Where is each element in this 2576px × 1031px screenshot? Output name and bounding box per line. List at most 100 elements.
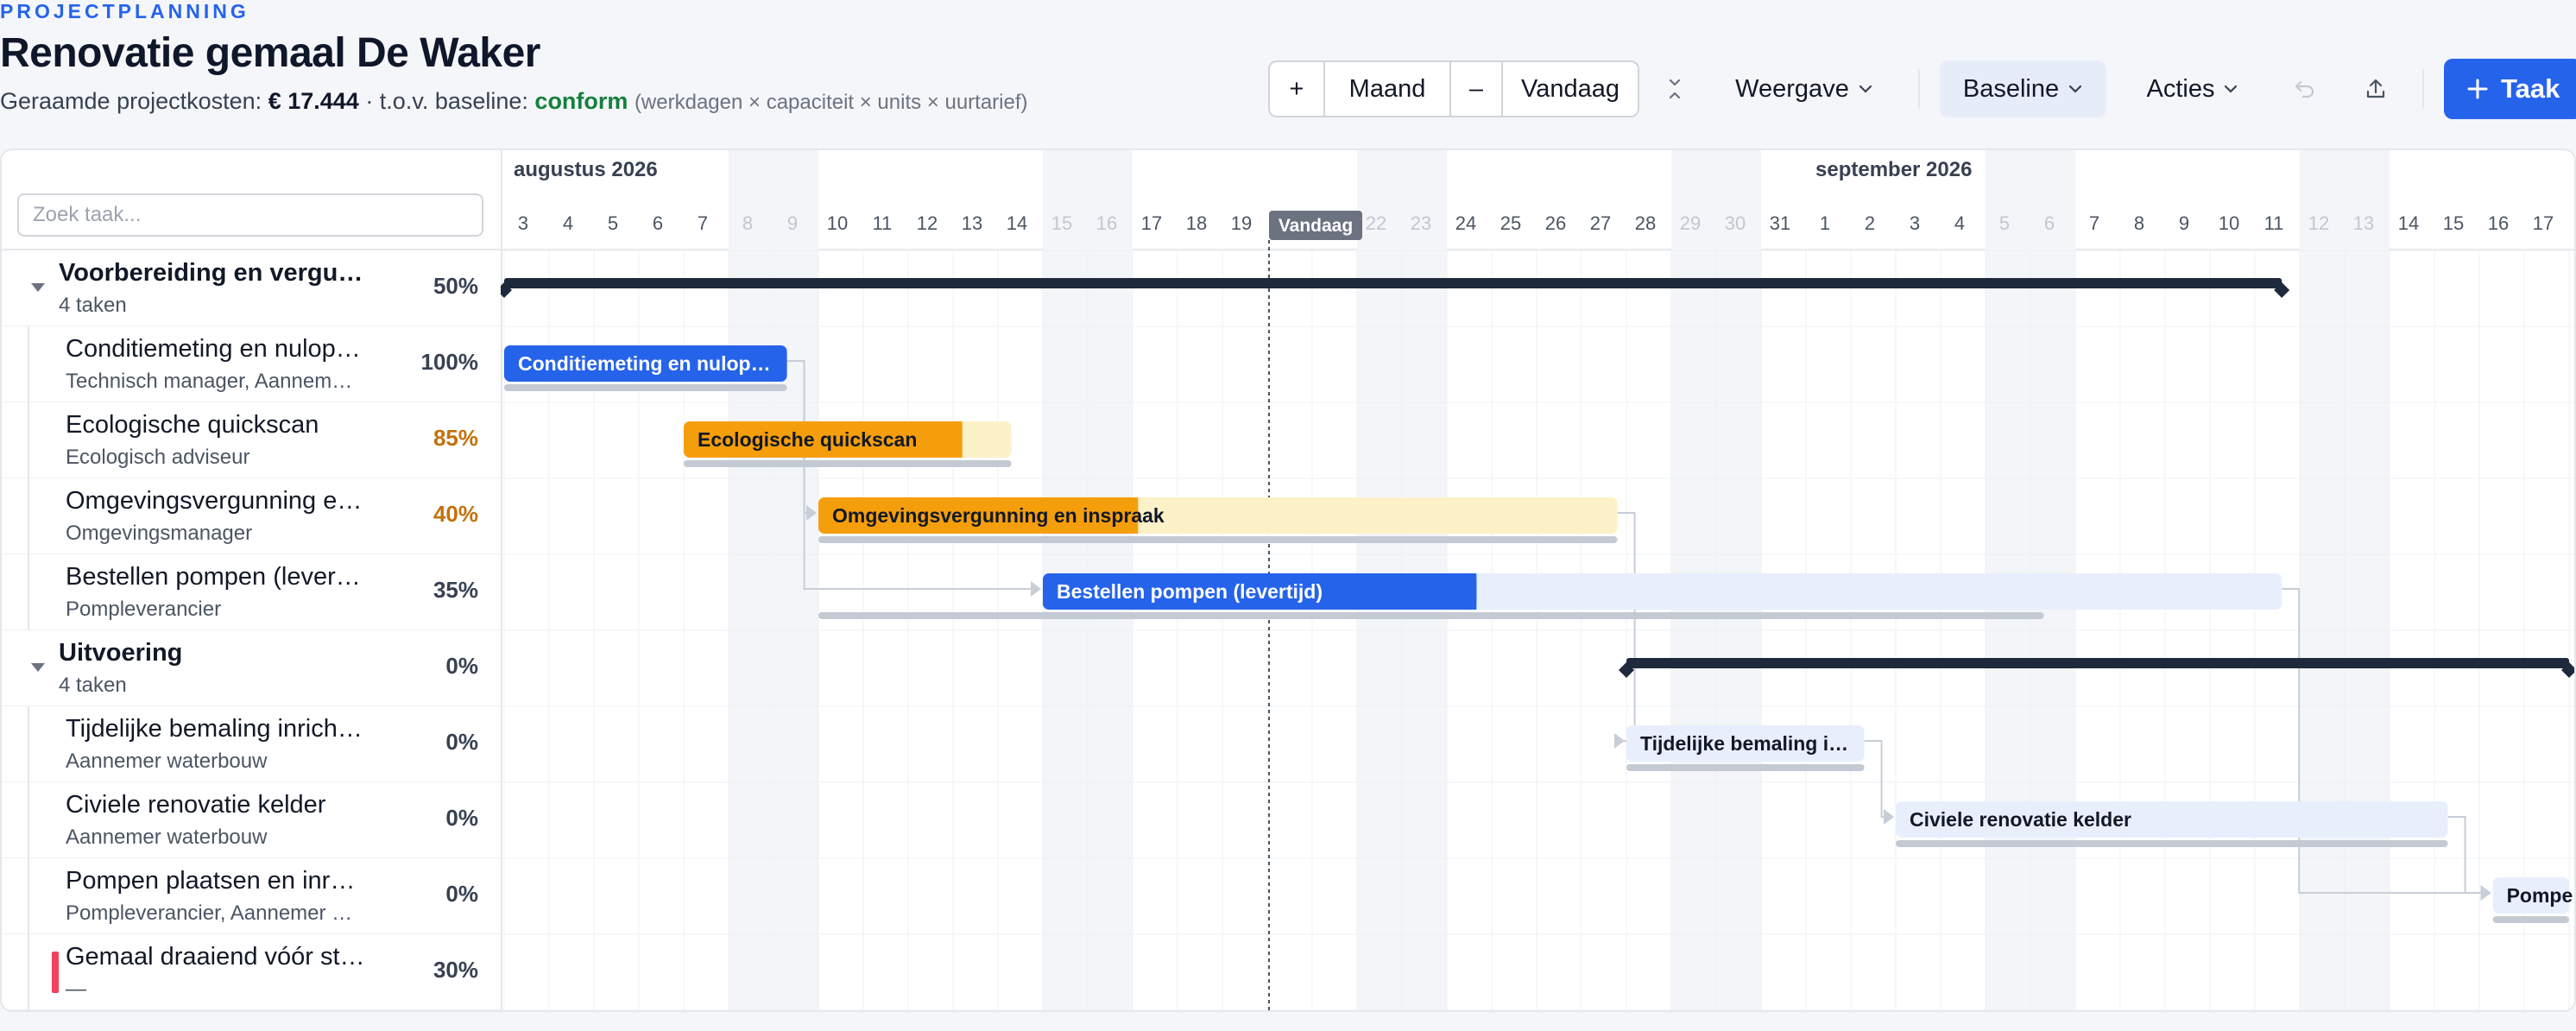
actions-menu-button[interactable]: Acties (2124, 60, 2262, 117)
day-label: 6 (653, 212, 663, 234)
baseline-bar (818, 612, 2044, 619)
chevron-down-icon (2225, 85, 2238, 93)
day-label: 9 (787, 212, 798, 234)
dependency-arrow-icon (1031, 581, 1041, 597)
day-label: 10 (827, 212, 848, 234)
baseline-menu-button[interactable]: Baseline (1940, 60, 2106, 117)
task-count: 4 taken (59, 294, 127, 317)
task-row[interactable]: Civiele renovatie kelder Aannemer waterbo… (2, 782, 501, 858)
weekend-column (2345, 150, 2390, 1010)
day-label: 4 (563, 212, 573, 234)
day-label: 8 (742, 212, 753, 234)
collapse-icon (1669, 79, 1681, 99)
day-label: 30 (1725, 212, 1746, 234)
tree-guide-line (28, 478, 29, 554)
task-row[interactable]: Conditiemeting en nulop… Technisch manage… (2, 326, 501, 402)
baseline-status: conform (534, 88, 628, 114)
task-group-row[interactable]: Uitvoering 4 taken 0% (2, 630, 501, 706)
today-button[interactable]: Vandaag (1503, 62, 1638, 116)
task-assignees: Pompleverancier, Aannemer … (66, 901, 353, 925)
dependency-connector (2447, 816, 2483, 894)
task-progress-percent: 0% (445, 805, 478, 831)
zoom-in-button[interactable]: + (1270, 62, 1325, 116)
day-label: 8 (2134, 212, 2144, 234)
milestone-marker (52, 952, 59, 993)
task-name: Tijdelijke bemaling inrich… (66, 715, 363, 743)
task-progress-percent: 0% (445, 653, 478, 679)
task-progress-percent: 30% (432, 957, 478, 983)
task-assignees: Ecologisch adviseur (66, 446, 250, 469)
task-row[interactable]: Omgevingsvergunning e… Omgevingsmanager 40… (2, 478, 501, 554)
tree-guide-line (28, 934, 29, 1010)
undo-button[interactable] (2286, 60, 2324, 117)
summary-bar[interactable] (1626, 658, 2569, 668)
toolbar-divider (2422, 69, 2424, 109)
task-progress-edge (955, 421, 963, 458)
baseline-bar (684, 460, 1012, 467)
collapse-all-button[interactable] (1656, 60, 1694, 117)
dependency-arrow-icon (1614, 733, 1625, 749)
task-progress-percent: 85% (432, 425, 478, 451)
today-badge-label: Vandaag (1279, 216, 1353, 236)
day-label: 7 (698, 212, 708, 234)
gantt-panel: Voorbereiding en vergun…4 taken50%Condit… (0, 149, 2576, 1012)
summary-bar[interactable] (504, 278, 2282, 288)
baseline-bar (504, 384, 787, 391)
task-row[interactable]: Tijdelijke bemaling inrich… Aannemer wate… (2, 706, 501, 782)
day-label: 3 (518, 212, 528, 234)
page-title: Renovatie gemaal De Waker (0, 30, 540, 76)
task-progress-percent: 100% (420, 349, 479, 375)
milestone-row[interactable]: Gemaal draaiend vóór st… — 30% (2, 934, 501, 1010)
search-input[interactable] (17, 193, 483, 237)
task-list: Voorbereiding en vergun… 4 taken 50% Condit… (2, 150, 502, 1010)
tree-guide-line (28, 326, 29, 402)
tree-guide-line (28, 402, 29, 478)
day-label: 13 (962, 212, 982, 234)
day-label: 5 (608, 212, 618, 234)
day-label: 25 (1500, 212, 1521, 234)
zoom-out-button[interactable]: – (1451, 62, 1503, 116)
cost-summary: Geraamde projectkosten: € 17.444 · t.o.v… (0, 88, 1028, 115)
collapse-caret-icon[interactable] (31, 663, 45, 672)
add-task-button[interactable]: Taak (2444, 59, 2576, 119)
day-label: 31 (1770, 212, 1790, 234)
task-assignees: — (66, 977, 86, 1001)
cost-label: Geraamde projectkosten: (0, 88, 262, 114)
task-assignees: Aannemer waterbouw (66, 750, 268, 773)
day-label: 10 (2219, 212, 2239, 234)
task-row[interactable]: Bestellen pompen (lever… Pompleverancier 3… (2, 554, 501, 630)
collapse-caret-icon[interactable] (31, 283, 45, 292)
day-label: 4 (1954, 212, 1965, 234)
baseline-bar (1896, 840, 2448, 847)
view-menu-label: Weergave (1735, 74, 1849, 103)
toolbar-divider (1918, 69, 1920, 109)
task-bar-label: Conditiemeting en nulop… (518, 352, 771, 375)
upload-icon (2366, 79, 2385, 98)
baseline-bar (1626, 764, 1865, 771)
dependency-connector (1864, 740, 1885, 818)
export-button[interactable] (2357, 60, 2395, 117)
undo-icon (2295, 80, 2314, 98)
task-progress-percent: 40% (432, 501, 478, 527)
task-row[interactable]: Pompen plaatsen en inre… Pompleverancier,… (2, 858, 501, 934)
task-count: 4 taken (59, 674, 127, 697)
day-label: 12 (2308, 212, 2329, 234)
baseline-bar (2492, 916, 2569, 923)
tree-guide-line (28, 706, 29, 782)
plus-icon (2467, 79, 2488, 99)
day-label: 6 (2044, 212, 2055, 234)
actions-menu-label: Acties (2146, 74, 2215, 103)
task-progress-percent: 0% (445, 881, 478, 907)
task-row[interactable]: Ecologische quickscan Ecologisch adviseur… (2, 402, 501, 478)
view-menu-button[interactable]: Weergave (1727, 60, 1882, 117)
month-label: september 2026 (1815, 158, 1972, 181)
task-assignees: Omgevingsmanager (66, 522, 253, 545)
add-task-label: Taak (2501, 73, 2560, 104)
task-group-row[interactable]: Voorbereiding en vergun… 4 taken 50% (2, 250, 501, 326)
zoom-level-button[interactable]: Maand (1325, 62, 1451, 116)
day-label: 11 (873, 212, 893, 234)
day-label: 15 (1051, 212, 1072, 234)
tree-guide-line (28, 782, 29, 858)
day-label: 19 (1231, 212, 1252, 234)
day-label: 12 (917, 212, 938, 234)
